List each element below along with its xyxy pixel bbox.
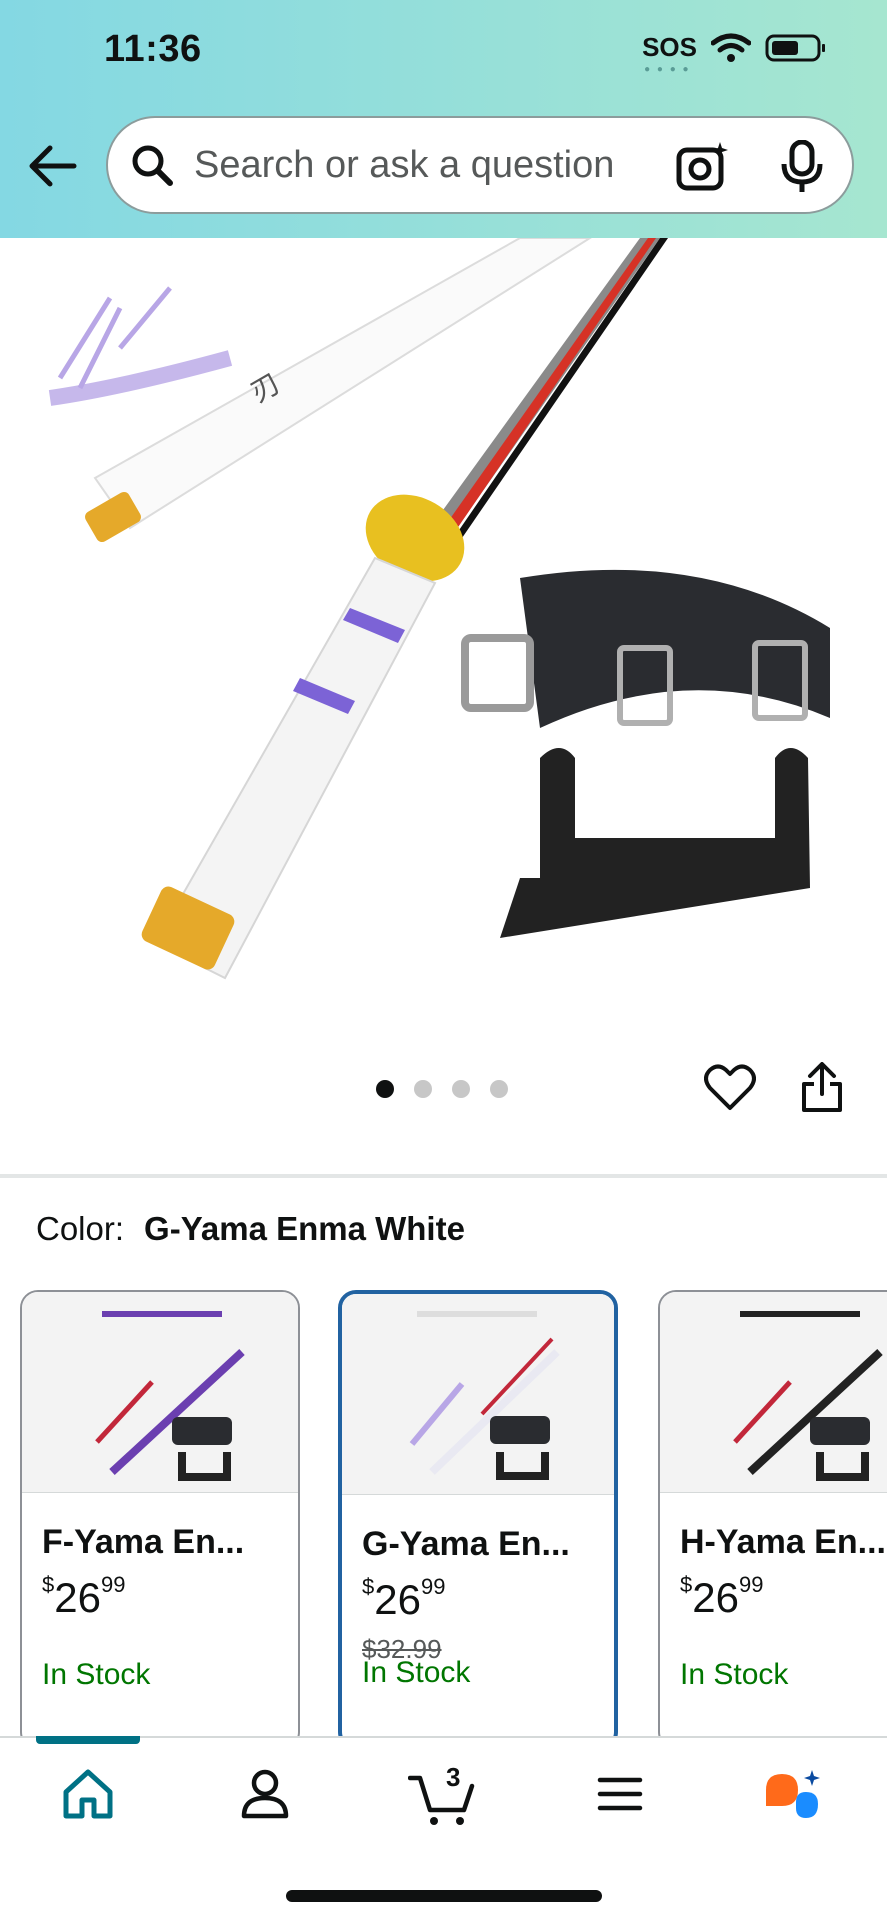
- image-pagination: [376, 1080, 508, 1098]
- heart-icon[interactable]: [704, 1064, 756, 1112]
- color-value: G-Yama Enma White: [144, 1210, 465, 1247]
- color-label: Color:: [36, 1210, 125, 1247]
- color-selector-label: Color: G-Yama Enma White: [36, 1210, 465, 1248]
- cart-icon: [407, 1775, 475, 1825]
- pagination-dot[interactable]: [452, 1080, 470, 1098]
- variant-thumbnail: [22, 1292, 298, 1493]
- search-input[interactable]: [192, 142, 636, 188]
- variant-name: F-Yama En...: [42, 1523, 245, 1561]
- header: 11:36 SOS ● ● ● ●: [0, 0, 887, 238]
- tab-account[interactable]: [240, 1768, 290, 1825]
- pagination-dot[interactable]: [376, 1080, 394, 1098]
- variant-thumbnail: [660, 1292, 887, 1493]
- variant-card[interactable]: H-Yama En... $2699 In Stock: [658, 1290, 887, 1740]
- status-time: 11:36: [104, 28, 202, 70]
- wifi-icon: [711, 33, 751, 62]
- variant-price: $2699: [362, 1574, 446, 1623]
- cart-count-badge: 3: [446, 1762, 461, 1792]
- active-tab-indicator: [36, 1736, 140, 1744]
- stock-status: In Stock: [42, 1658, 151, 1691]
- search-icon: [132, 145, 173, 186]
- stock-status: In Stock: [680, 1658, 789, 1691]
- camera-lens-icon[interactable]: [676, 140, 730, 194]
- variant-card-selected[interactable]: G-Yama En... $2699 $32.99 In Stock: [338, 1290, 618, 1740]
- battery-icon: [765, 34, 825, 61]
- tab-home[interactable]: [62, 1768, 114, 1825]
- product-image[interactable]: 刃: [0, 238, 887, 1028]
- home-indicator: [286, 1890, 602, 1902]
- hamburger-menu-icon: [597, 1777, 643, 1811]
- back-arrow-icon[interactable]: [24, 140, 84, 192]
- sos-indicator: SOS ● ● ● ●: [642, 32, 697, 75]
- rufus-ai-icon: [766, 1770, 820, 1818]
- pagination-dot[interactable]: [490, 1080, 508, 1098]
- tab-rufus-ai[interactable]: [762, 1768, 826, 1831]
- variant-thumbnail: [342, 1294, 614, 1495]
- section-divider: [0, 1174, 887, 1178]
- tab-menu[interactable]: [596, 1768, 644, 1825]
- variant-carousel[interactable]: F-Yama En... $2699 In Stock G-Yama En...…: [0, 1290, 887, 1740]
- variant-price: $2699: [42, 1572, 126, 1621]
- pagination-dot[interactable]: [414, 1080, 432, 1098]
- search-bar[interactable]: [106, 116, 854, 214]
- microphone-icon[interactable]: [780, 140, 824, 194]
- variant-name: H-Yama En...: [680, 1523, 886, 1561]
- status-icons: SOS ● ● ● ●: [642, 32, 827, 75]
- product-illustration: 刃: [48, 238, 830, 980]
- share-icon[interactable]: [800, 1062, 844, 1114]
- sos-label: SOS: [642, 32, 697, 62]
- variant-card[interactable]: F-Yama En... $2699 In Stock: [20, 1290, 300, 1740]
- tab-cart[interactable]: 3: [407, 1762, 476, 1833]
- person-icon: [241, 1769, 289, 1819]
- variant-name: G-Yama En...: [362, 1525, 570, 1563]
- stock-status: In Stock: [362, 1656, 471, 1689]
- home-icon: [63, 1769, 113, 1819]
- variant-price: $2699: [680, 1572, 764, 1621]
- sos-signal-dots: ● ● ● ●: [644, 64, 691, 75]
